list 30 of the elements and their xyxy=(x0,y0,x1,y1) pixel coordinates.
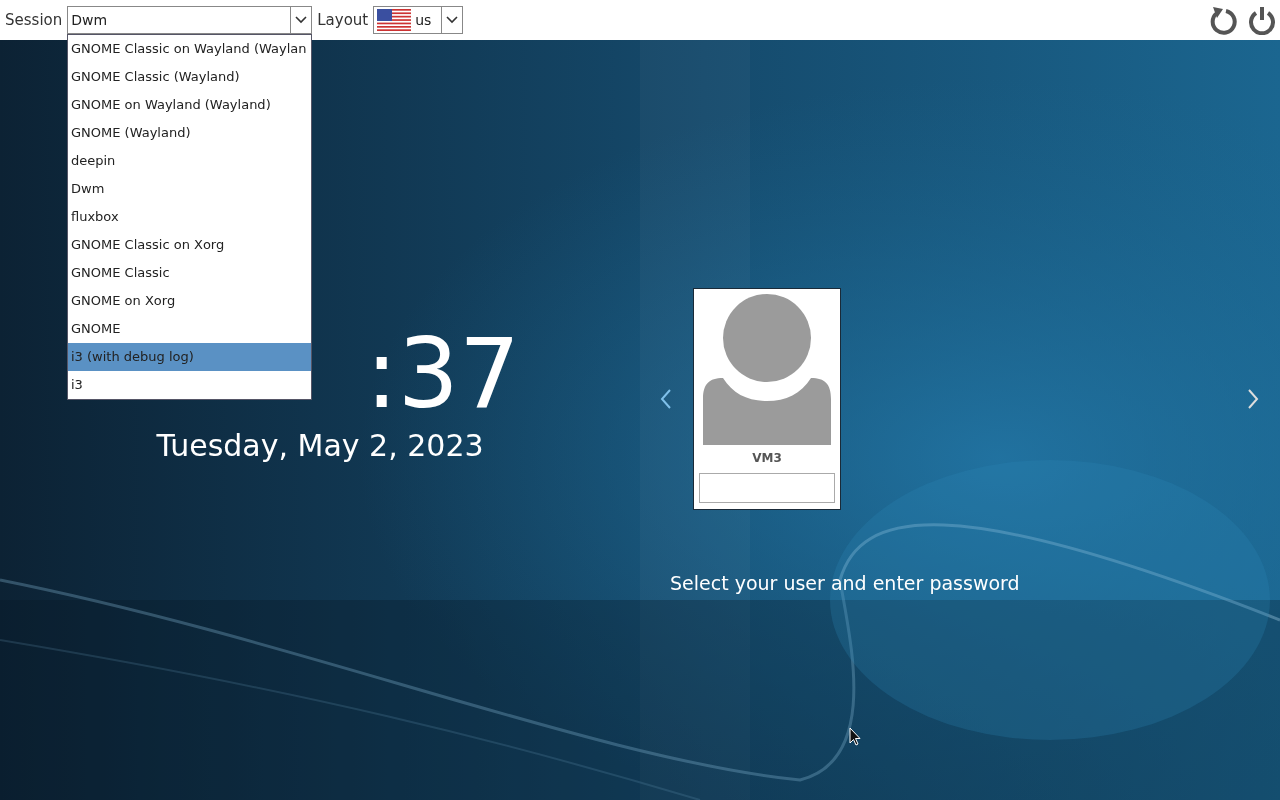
menu-item[interactable]: GNOME on Xorg xyxy=(68,287,311,315)
flag-icon xyxy=(377,9,412,31)
menu-item[interactable]: Dwm xyxy=(68,175,311,203)
menu-item[interactable]: GNOME Classic on Wayland (Waylan xyxy=(68,35,311,63)
restart-icon[interactable] xyxy=(1209,5,1237,35)
clock: :37 xyxy=(365,322,520,428)
layout-label: Layout xyxy=(317,11,369,29)
user-name: VM3 xyxy=(752,451,782,465)
user-card[interactable]: VM3 xyxy=(693,288,841,510)
mouse-pointer-icon xyxy=(849,727,861,746)
menu-item[interactable]: GNOME (Wayland) xyxy=(68,119,311,147)
menu-item[interactable]: GNOME Classic (Wayland) xyxy=(68,63,311,91)
power-icon[interactable] xyxy=(1248,5,1276,35)
session-dropdown[interactable]: Dwm xyxy=(67,6,313,34)
menu-item[interactable]: i3 (with debug log) xyxy=(68,343,311,371)
prompt-text: Select your user and enter password xyxy=(669,572,1021,594)
menu-item[interactable]: GNOME xyxy=(68,315,311,343)
caret-icon xyxy=(295,16,308,24)
menu-item[interactable]: i3 xyxy=(68,371,311,399)
menu-item[interactable]: fluxbox xyxy=(68,203,311,231)
session-label: Session xyxy=(5,11,63,29)
avatar-icon xyxy=(703,294,831,445)
menu-item[interactable]: GNOME Classic on Xorg xyxy=(68,231,311,259)
menu-item[interactable]: deepin xyxy=(68,147,311,175)
password-field[interactable] xyxy=(699,473,835,503)
menu-item[interactable]: GNOME Classic xyxy=(68,259,311,287)
date: Tuesday, May 2, 2023 xyxy=(156,427,484,463)
layout-dropdown[interactable]: us xyxy=(373,6,464,34)
caret-icon xyxy=(446,16,459,24)
menu-item[interactable]: GNOME on Wayland (Wayland) xyxy=(68,91,311,119)
